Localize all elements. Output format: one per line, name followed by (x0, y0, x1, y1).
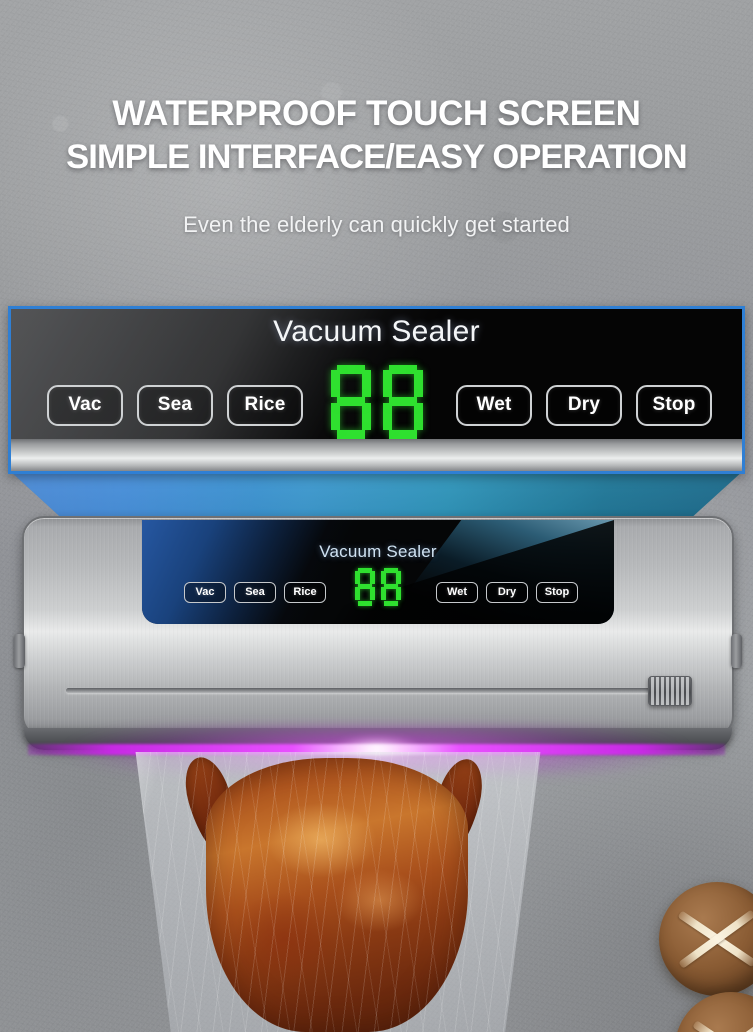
headline: WATERPROOF TOUCH SCREEN SIMPLE INTERFACE… (0, 92, 753, 180)
device-button-vac[interactable]: Vac (184, 582, 226, 603)
product-marketing-image: WATERPROOF TOUCH SCREEN SIMPLE INTERFACE… (0, 0, 753, 1032)
device-led-digit-1 (355, 568, 375, 606)
callout-left-button-group: Vac Sea Rice (47, 385, 303, 426)
device-led-digit-2 (381, 568, 401, 606)
callout-button-sea[interactable]: Sea (137, 385, 213, 426)
callout-button-stop[interactable]: Stop (636, 385, 712, 426)
callout-button-rice[interactable]: Rice (227, 385, 303, 426)
callout-screen: Vacuum Sealer Vac Sea Rice Wet Dry Stop (11, 309, 742, 445)
device-led-display (355, 568, 401, 606)
device-brand-title: Vacuum Sealer (319, 542, 437, 561)
subheading: Even the elderly can quickly get started (183, 212, 570, 237)
callout-metal-strip (11, 439, 742, 471)
device-body: Vacuum Sealer Vac Sea Rice Wet Dry Stop (22, 516, 734, 738)
bag-cutter-rail (66, 688, 654, 693)
device-button-sea[interactable]: Sea (234, 582, 276, 603)
callout-button-wet[interactable]: Wet (456, 385, 532, 426)
device-button-dry[interactable]: Dry (486, 582, 528, 603)
callout-button-dry[interactable]: Dry (546, 385, 622, 426)
callout-button-vac[interactable]: Vac (47, 385, 123, 426)
roast-poultry (206, 758, 468, 1032)
device-left-button-group: Vac Sea Rice (184, 582, 326, 603)
vacuum-bag-area (118, 752, 558, 1032)
device-right-button-group: Wet Dry Stop (436, 582, 578, 603)
callout-right-button-group: Wet Dry Stop (456, 385, 712, 426)
device-control-panel: Vacuum Sealer Vac Sea Rice Wet Dry Stop (142, 520, 614, 624)
mushroom-cut-1 (692, 1020, 753, 1032)
device-button-wet[interactable]: Wet (436, 582, 478, 603)
device-button-stop[interactable]: Stop (536, 582, 578, 603)
control-panel-callout: Vacuum Sealer Vac Sea Rice Wet Dry Stop (8, 306, 745, 474)
callout-led-digit-1 (330, 365, 371, 439)
callout-led-digit-2 (382, 365, 423, 439)
callout-led-display (330, 365, 423, 439)
bag-cutter-knob[interactable] (648, 676, 692, 706)
device-button-rice[interactable]: Rice (284, 582, 326, 603)
headline-line-1: WATERPROOF TOUCH SCREEN (112, 94, 641, 133)
headline-line-2: SIMPLE INTERFACE/EASY OPERATION (66, 138, 688, 177)
left-latch-button[interactable] (14, 634, 25, 668)
vacuum-sealer-device: Vacuum Sealer Vac Sea Rice Wet Dry Stop (14, 516, 742, 750)
right-latch-button[interactable] (731, 634, 742, 668)
callout-brand-title: Vacuum Sealer (273, 315, 480, 348)
